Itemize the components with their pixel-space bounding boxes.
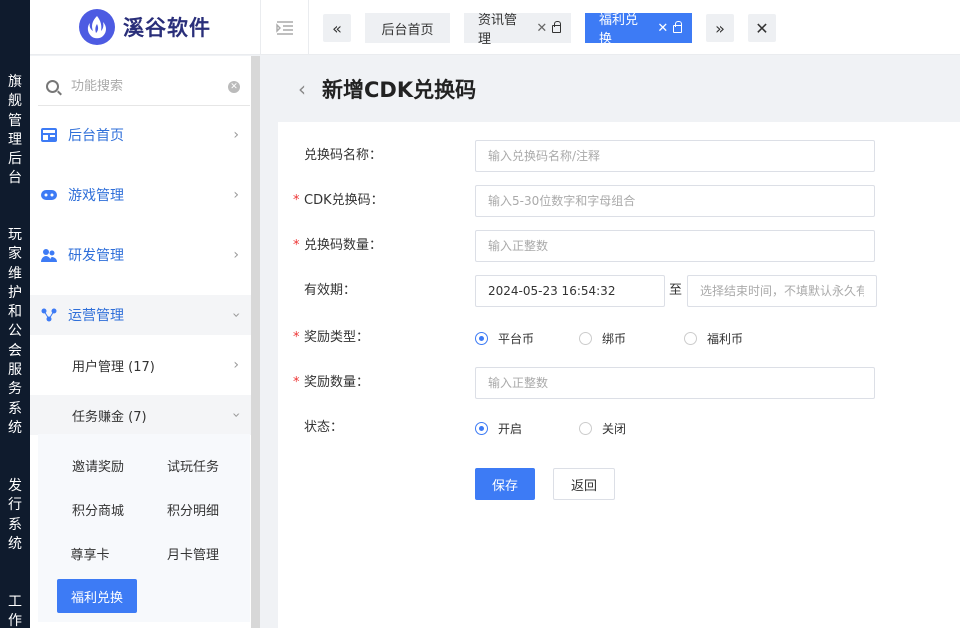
sidebar-item-task-earn[interactable]: 任务赚金 (7) › bbox=[30, 395, 251, 435]
sidebar-leaf-welfare-exchange[interactable]: 福利兑换 bbox=[57, 579, 137, 613]
sidebar-leaf-vip-card[interactable]: 尊享卡 bbox=[50, 536, 130, 570]
vnav-publishing-system[interactable]: 发行系统 bbox=[0, 477, 30, 554]
sidebar-scrollbar[interactable] bbox=[251, 56, 260, 628]
save-button[interactable]: 保存 bbox=[475, 468, 535, 500]
top-bar: « 后台首页 资讯管理 ✕ 福利兑换 ✕ » ✕ bbox=[260, 0, 960, 55]
task-earn-submenu: 邀请奖励 试玩任务 积分商城 积分明细 尊享卡 月卡管理 福利兑换 bbox=[38, 434, 250, 622]
form-row-reward-qty: * 奖励数量： bbox=[278, 367, 960, 399]
reward-qty-label: 奖励数量： bbox=[304, 375, 370, 390]
range-separator: 至 bbox=[669, 283, 683, 298]
brand-name: 溪谷软件 bbox=[123, 16, 211, 40]
form-row-quantity: * 兑换码数量： bbox=[278, 230, 960, 262]
users-icon bbox=[40, 247, 58, 263]
chevron-down-icon: › bbox=[228, 412, 245, 418]
sidebar-item-games[interactable]: 游戏管理 › bbox=[30, 175, 251, 215]
code-quantity-input[interactable] bbox=[475, 230, 875, 262]
form-row-status: 状态： 开启 关闭 bbox=[278, 412, 960, 444]
validity-end-input[interactable] bbox=[687, 275, 877, 307]
indent-icon bbox=[275, 20, 293, 35]
tab-news-management[interactable]: 资讯管理 ✕ bbox=[464, 13, 571, 47]
menu-search: ✕ bbox=[38, 68, 250, 106]
search-input[interactable] bbox=[71, 79, 221, 94]
cdk-form: 兑换码名称： * CDK兑换码： * 兑换码数量： 有效期： 至 * 奖励类型： 平台… bbox=[278, 122, 960, 628]
required-mark: * bbox=[293, 238, 300, 253]
form-row-cdk: * CDK兑换码： bbox=[278, 185, 960, 217]
quantity-label: 兑换码数量： bbox=[304, 238, 383, 253]
double-chevron-left-icon: « bbox=[332, 18, 342, 38]
scroll-tabs-right-button[interactable]: » bbox=[706, 14, 734, 42]
form-row-reward-type: * 奖励类型： 平台币 绑币 福利币 bbox=[278, 322, 960, 354]
close-icon[interactable]: ✕ bbox=[536, 21, 547, 36]
code-name-input[interactable] bbox=[475, 140, 875, 172]
required-mark: * bbox=[293, 193, 300, 208]
chevron-right-icon: › bbox=[233, 187, 239, 203]
name-label: 兑换码名称： bbox=[304, 148, 383, 163]
chevron-left-icon[interactable]: ‹ bbox=[298, 77, 306, 101]
status-label: 状态： bbox=[304, 420, 344, 435]
page-header: ‹ 新增CDK兑换码 bbox=[278, 56, 960, 122]
gamepad-icon bbox=[40, 187, 58, 203]
vnav-work[interactable]: 工作 bbox=[0, 593, 30, 628]
status-disabled-radio[interactable]: 关闭 bbox=[579, 420, 626, 437]
status-enabled-radio[interactable]: 开启 bbox=[475, 420, 522, 437]
home-panel-icon bbox=[40, 127, 58, 143]
close-all-tabs-button[interactable]: ✕ bbox=[748, 14, 776, 42]
required-mark: * bbox=[293, 330, 300, 345]
reward-type-platform-coin-radio[interactable]: 平台币 bbox=[475, 330, 534, 347]
scroll-tabs-left-button[interactable]: « bbox=[323, 14, 351, 42]
validity-start-input[interactable] bbox=[475, 275, 665, 307]
brand-logo: 溪谷软件 bbox=[30, 0, 260, 55]
sidebar-item-home[interactable]: 后台首页 › bbox=[30, 115, 251, 155]
network-icon bbox=[40, 307, 58, 323]
sidebar-item-user-management[interactable]: 用户管理 (17) › bbox=[30, 345, 251, 385]
sidebar-item-operations[interactable]: 运营管理 › bbox=[30, 295, 251, 335]
reward-type-welfare-coin-radio[interactable]: 福利币 bbox=[684, 330, 743, 347]
vnav-player-guild-service[interactable]: 玩家维护和公会服务系统 bbox=[0, 226, 30, 438]
cdk-code-input[interactable] bbox=[475, 185, 875, 217]
reward-quantity-input[interactable] bbox=[475, 367, 875, 399]
lock-icon[interactable] bbox=[552, 21, 562, 33]
reward-type-bound-coin-radio[interactable]: 绑币 bbox=[579, 330, 626, 347]
logo-flame-icon bbox=[79, 9, 115, 45]
chevron-down-icon: › bbox=[228, 312, 245, 318]
vertical-system-nav: 旗舰管理后台 玩家维护和公会服务系统 发行系统 工作 bbox=[0, 0, 30, 628]
lock-icon[interactable] bbox=[673, 21, 683, 33]
tab-home[interactable]: 后台首页 bbox=[365, 13, 450, 43]
sidebar-leaf-monthly-card[interactable]: 月卡管理 bbox=[153, 536, 233, 570]
back-button[interactable]: 返回 bbox=[553, 468, 615, 500]
chevron-right-icon: › bbox=[233, 127, 239, 143]
sidebar-item-rnd[interactable]: 研发管理 › bbox=[30, 235, 251, 275]
close-icon: ✕ bbox=[755, 18, 769, 38]
tab-welfare-exchange[interactable]: 福利兑换 ✕ bbox=[585, 13, 692, 47]
vnav-flagship-admin[interactable]: 旗舰管理后台 bbox=[0, 73, 30, 189]
collapse-menu-button[interactable] bbox=[261, 0, 309, 55]
sidebar-leaf-points-mall[interactable]: 积分商城 bbox=[58, 492, 138, 526]
sidebar-leaf-invite-reward[interactable]: 邀请奖励 bbox=[58, 448, 138, 482]
sidebar: ✕ 后台首页 › 游戏管理 › 研发管理 › 运营管理 › 用户管理 (17) … bbox=[30, 56, 251, 628]
validity-label: 有效期： bbox=[304, 283, 357, 298]
close-icon[interactable]: ✕ bbox=[657, 21, 668, 36]
chevron-right-icon: › bbox=[233, 247, 239, 263]
form-row-validity: 有效期： 至 bbox=[278, 275, 960, 307]
required-mark: * bbox=[293, 375, 300, 390]
cdk-label: CDK兑换码： bbox=[304, 193, 384, 208]
page-title: 新增CDK兑换码 bbox=[322, 78, 477, 102]
double-chevron-right-icon: » bbox=[715, 18, 725, 38]
sidebar-leaf-points-detail[interactable]: 积分明细 bbox=[153, 492, 233, 526]
chevron-right-icon: › bbox=[233, 357, 239, 373]
clear-icon[interactable]: ✕ bbox=[228, 80, 240, 93]
search-icon bbox=[46, 80, 59, 93]
form-row-name: 兑换码名称： bbox=[278, 140, 960, 172]
sidebar-leaf-trial-task[interactable]: 试玩任务 bbox=[153, 448, 233, 482]
reward-type-label: 奖励类型： bbox=[304, 330, 370, 345]
